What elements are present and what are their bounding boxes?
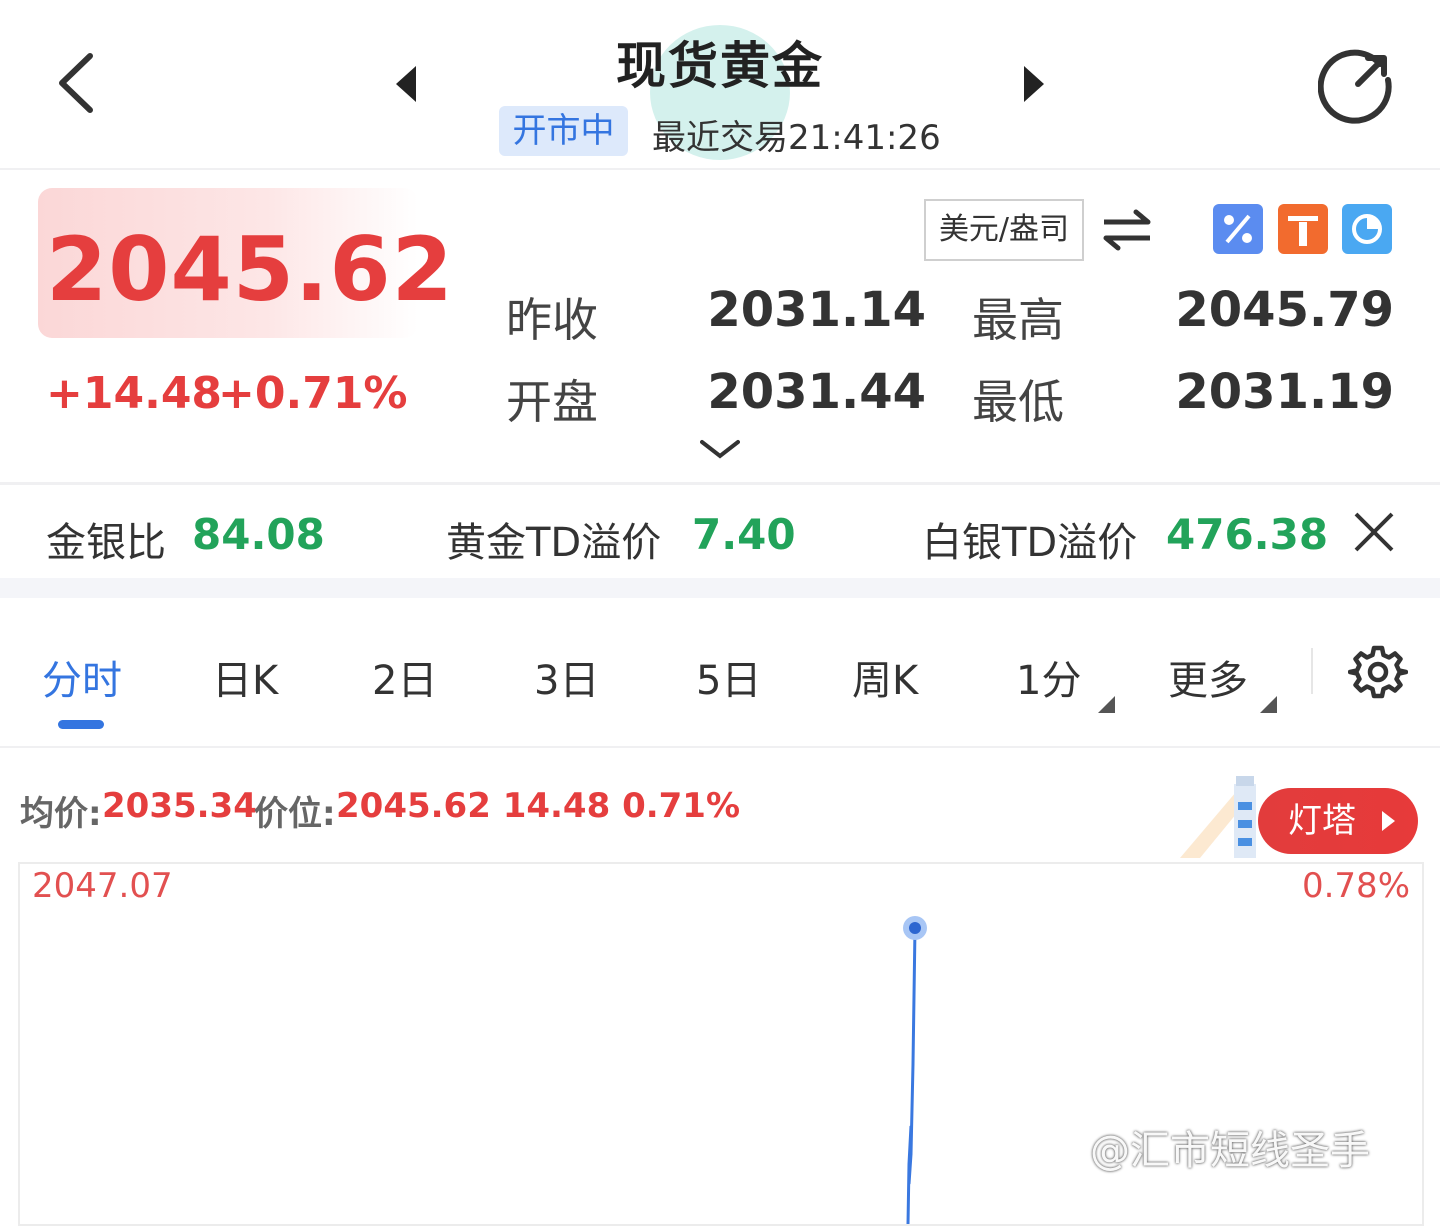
silver-td-premium-label: 白银TD溢价 (922, 520, 1138, 566)
tab-1-minute[interactable]: 1分 (1016, 648, 1081, 706)
section-spacer (0, 578, 1440, 598)
swap-arrows-icon (1103, 209, 1151, 251)
tab-intraday[interactable]: 分时 (42, 648, 122, 706)
beacon-button[interactable]: 灯塔 (1258, 788, 1418, 854)
market-status-badge: 开市中 (499, 106, 628, 156)
page-title: 现货黄金 (616, 37, 824, 95)
price-change: +14.48 (46, 368, 223, 419)
price-series-line (906, 927, 917, 1225)
refresh-button[interactable] (1317, 44, 1398, 124)
gold-td-premium-value: 7.40 (692, 510, 796, 559)
close-icon (1354, 512, 1394, 552)
avg-price-value: 2035.34 (102, 786, 257, 826)
price-change-percent: +0.71% (218, 368, 408, 419)
last-trade-time: 最近交易21:41:26 (652, 118, 941, 158)
expand-details-button[interactable] (700, 438, 740, 462)
low-value: 2031.19 (1175, 364, 1394, 420)
tab-weekly-k[interactable]: 周K (852, 648, 918, 706)
previous-instrument-button[interactable] (392, 64, 422, 104)
section-divider (0, 482, 1440, 485)
open-value: 2031.44 (707, 364, 926, 420)
refresh-icon (1317, 49, 1392, 124)
high-value: 2045.79 (1175, 282, 1394, 338)
prev-close-value: 2031.14 (707, 282, 926, 338)
price-level-label: 价位: (254, 794, 336, 834)
open-label: 开盘 (506, 375, 598, 429)
chevron-down-icon (700, 440, 740, 459)
prev-close-label: 昨收 (506, 293, 598, 347)
y-axis-max-label: 2047.07 (32, 866, 173, 906)
lighthouse-icon (1180, 772, 1270, 858)
dropdown-corner-icon (1260, 696, 1277, 713)
current-price: 2045.62 (46, 218, 454, 321)
dropdown-corner-icon (1098, 696, 1115, 713)
gold-silver-ratio-value: 84.08 (192, 510, 325, 559)
avg-price-label: 均价: (20, 794, 102, 834)
silver-td-premium-value: 476.38 (1166, 510, 1329, 559)
beacon-label: 灯塔 (1288, 801, 1356, 841)
watermark-text: @汇市短线圣手 (1090, 1128, 1370, 1174)
close-ratio-strip-button[interactable] (1352, 510, 1396, 554)
tab-3-day[interactable]: 3日 (534, 648, 599, 706)
tab-daily-k[interactable]: 日K (212, 648, 278, 706)
percent-tool-icon[interactable] (1213, 204, 1263, 254)
active-tab-indicator (58, 720, 104, 729)
triangle-right-icon (1024, 66, 1044, 102)
low-label: 最低 (972, 375, 1064, 429)
lighthouse-tool-icon[interactable] (1278, 204, 1328, 254)
pie-chart-tool-icon[interactable] (1342, 204, 1392, 254)
last-price-point (909, 922, 921, 934)
next-instrument-button[interactable] (1018, 64, 1048, 104)
triangle-left-icon (396, 66, 416, 102)
tab-bar-border (0, 746, 1440, 748)
tab-2-day[interactable]: 2日 (372, 648, 437, 706)
gold-silver-ratio-label: 金银比 (46, 520, 166, 566)
tab-separator (1311, 648, 1313, 694)
gold-td-premium-label: 黄金TD溢价 (446, 520, 662, 566)
swap-unit-button[interactable] (1100, 208, 1154, 252)
chart-settings-button[interactable] (1347, 642, 1409, 702)
tab-5-day[interactable]: 5日 (696, 648, 761, 706)
chevron-left-icon (59, 53, 93, 113)
price-level-value: 2045.62 14.48 0.71% (336, 786, 741, 826)
tab-more[interactable]: 更多 (1168, 648, 1248, 706)
y-axis-max-pct-label: 0.78% (1301, 866, 1410, 906)
high-label: 最高 (972, 293, 1064, 347)
gear-icon (1347, 645, 1409, 699)
back-button[interactable] (50, 48, 110, 118)
unit-selector[interactable]: 美元/盎司 (924, 199, 1084, 261)
play-arrow-icon (1382, 811, 1395, 831)
